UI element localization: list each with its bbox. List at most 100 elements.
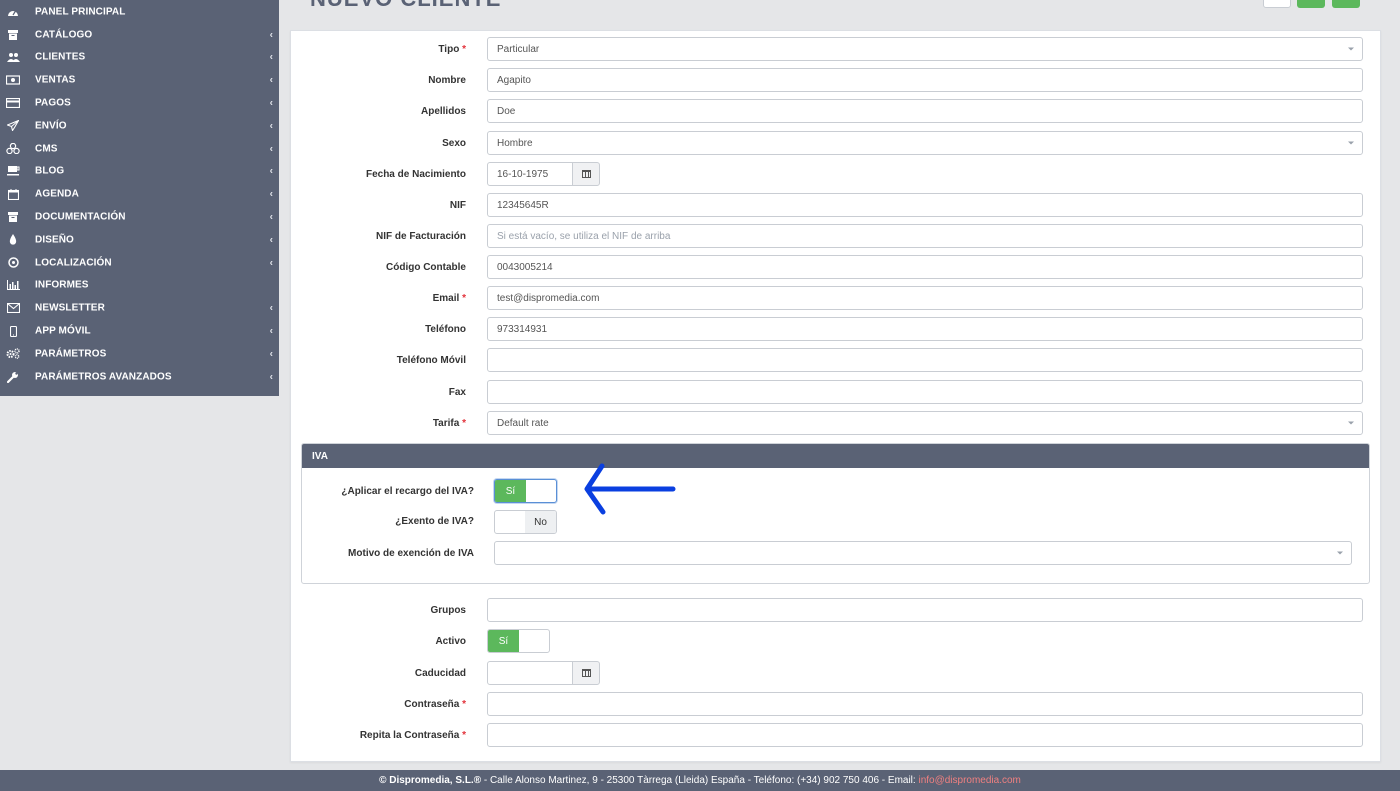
aplicar-recargo-label: ¿Aplicar el recargo del IVA? (341, 486, 474, 497)
sidebar-item-catalogo[interactable]: CATÁLOGO ‹ (0, 23, 279, 46)
iva-heading: IVA (302, 444, 1369, 468)
caducidad-input[interactable] (487, 661, 573, 685)
nif-input[interactable]: 12345645R (487, 193, 1363, 217)
chevron-left-icon: ‹ (269, 348, 273, 360)
sidebar-item-label: CLIENTES (35, 51, 86, 63)
sidebar-item-localizacion[interactable]: LOCALIZACIÓN ‹ (0, 251, 279, 274)
coffee-icon (6, 165, 20, 177)
activo-switch[interactable]: Sí (487, 629, 550, 653)
users-icon (6, 51, 20, 63)
exento-iva-switch[interactable]: No (494, 510, 557, 534)
dashboard-icon (6, 6, 20, 18)
sidebar-item-label: INFORMES (35, 279, 89, 291)
chevron-left-icon: ‹ (269, 29, 273, 41)
nif-facturacion-label: NIF de Facturación (375, 231, 466, 242)
fecha-nacimiento-input[interactable]: 16-10-1975 (487, 162, 573, 186)
sidebar-item-label: ENVÍO (35, 120, 67, 132)
tint-icon (6, 234, 20, 246)
exento-iva-label: ¿Exento de IVA? (395, 516, 474, 527)
envelope-icon (6, 302, 20, 314)
sidebar-item-parametros-avanzados[interactable]: PARÁMETROS AVANZADOS ‹ (0, 365, 279, 388)
sidebar-item-agenda[interactable]: AGENDA ‹ (0, 183, 279, 206)
apellidos-input[interactable]: Doe (487, 99, 1363, 123)
grupos-input[interactable] (487, 598, 1363, 622)
page-title: NUEVO CLIENTE (310, 0, 501, 12)
switch-on-segment: Sí (488, 630, 519, 652)
nif-facturacion-input[interactable]: Si está vacío, se utiliza el NIF de arri… (487, 224, 1363, 248)
contrasena-label: Contraseña * (404, 699, 466, 710)
mobile-icon (6, 325, 20, 337)
cogs-icon (6, 348, 20, 360)
footer-company: © Dispromedia, S.L.® (379, 775, 482, 786)
footer: © Dispromedia, S.L.® - Calle Alonso Mart… (0, 770, 1400, 791)
contrasena-input[interactable] (487, 692, 1363, 716)
chevron-left-icon: ‹ (269, 211, 273, 223)
tipo-select[interactable]: Particular (487, 37, 1363, 61)
globe-icon (6, 257, 20, 269)
sidebar-item-ventas[interactable]: VENTAS ‹ (0, 69, 279, 92)
fax-input[interactable] (487, 380, 1363, 404)
nif-label: NIF (449, 200, 466, 211)
sidebar-item-label: APP MÓVIL (35, 325, 91, 337)
calendar-icon (581, 170, 591, 178)
caret-down-icon (1348, 47, 1354, 51)
toolbar-button[interactable] (1297, 0, 1325, 8)
calendar-icon (581, 669, 591, 677)
chevron-left-icon: ‹ (269, 51, 273, 63)
aplicar-recargo-switch[interactable]: Sí (494, 479, 557, 503)
activo-label: Activo (435, 636, 466, 647)
sidebar-item-label: PARÁMETROS (35, 348, 107, 360)
chevron-left-icon: ‹ (269, 302, 273, 314)
sidebar-item-parametros[interactable]: PARÁMETROS ‹ (0, 343, 279, 366)
toolbar-button[interactable] (1332, 0, 1360, 8)
wrench-icon (6, 371, 20, 383)
sidebar-item-newsletter[interactable]: NEWSLETTER ‹ (0, 297, 279, 320)
codigo-contable-input[interactable]: 0043005214 (487, 255, 1363, 279)
sidebar-item-blog[interactable]: BLOG ‹ (0, 160, 279, 183)
sidebar-item-envio[interactable]: ENVÍO ‹ (0, 115, 279, 138)
switch-on-segment: Sí (495, 480, 526, 502)
sidebar-item-informes[interactable]: INFORMES (0, 274, 279, 297)
chevron-left-icon: ‹ (269, 188, 273, 200)
tarifa-label: Tarifa * (432, 418, 466, 429)
sidebar-item-label: AGENDA (35, 188, 79, 200)
email-label: Email * (432, 293, 466, 304)
sidebar-item-pagos[interactable]: PAGOS ‹ (0, 92, 279, 115)
sidebar-item-label: BLOG (35, 165, 65, 177)
fecha-nacimiento-label: Fecha de Nacimiento (365, 169, 466, 180)
archive-icon (6, 29, 20, 41)
sidebar-item-label: PAGOS (35, 97, 71, 109)
sidebar-item-label: VENTAS (35, 74, 76, 86)
calendar-button[interactable] (572, 661, 600, 685)
sidebar-item-documentacion[interactable]: DOCUMENTACIÓN ‹ (0, 206, 279, 229)
cubes-icon (6, 143, 20, 155)
fax-label: Fax (448, 387, 466, 398)
sidebar: PANEL PRINCIPAL CATÁLOGO ‹ CLIENTES ‹ VE… (0, 0, 279, 396)
caret-down-icon (1348, 141, 1354, 145)
bar-chart-icon (6, 279, 20, 291)
motivo-exencion-select[interactable] (494, 541, 1352, 565)
telefono-movil-input[interactable] (487, 348, 1363, 372)
sexo-label: Sexo (442, 138, 466, 149)
sidebar-item-clientes[interactable]: CLIENTES ‹ (0, 46, 279, 69)
sidebar-item-diseno[interactable]: DISEÑO ‹ (0, 229, 279, 252)
toolbar-button[interactable] (1263, 0, 1291, 8)
caret-down-icon (1337, 551, 1343, 555)
sidebar-item-cms[interactable]: CMS ‹ (0, 137, 279, 160)
codigo-contable-label: Código Contable (386, 262, 466, 273)
credit-card-icon (6, 97, 20, 109)
sidebar-item-panel-principal[interactable]: PANEL PRINCIPAL (0, 1, 279, 24)
repita-contrasena-input[interactable] (487, 723, 1363, 747)
nombre-input[interactable]: Agapito (487, 68, 1363, 92)
sidebar-item-label: NEWSLETTER (35, 302, 105, 314)
telefono-input[interactable]: 973314931 (487, 317, 1363, 341)
tarifa-select[interactable]: Default rate (487, 411, 1363, 435)
sidebar-item-app-movil[interactable]: APP MÓVIL ‹ (0, 320, 279, 343)
calendar-button[interactable] (572, 162, 600, 186)
email-input[interactable]: test@dispromedia.com (487, 286, 1363, 310)
sexo-select[interactable]: Hombre (487, 131, 1363, 155)
repita-contrasena-label: Repita la Contraseña * (359, 730, 466, 741)
footer-email-link[interactable]: info@dispromedia.com (918, 775, 1020, 786)
motivo-exencion-label: Motivo de exención de IVA (348, 548, 474, 559)
apellidos-label: Apellidos (420, 106, 466, 117)
